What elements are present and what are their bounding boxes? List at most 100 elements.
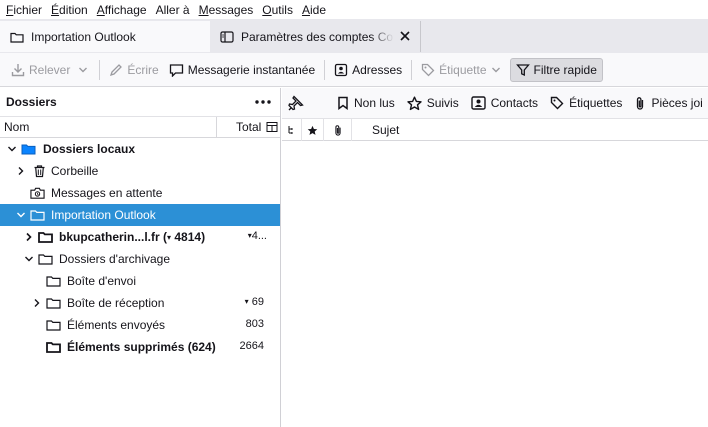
folder-icon — [46, 298, 61, 309]
folder-total: 803 — [245, 318, 264, 330]
get-messages-label: Relever — [29, 62, 71, 77]
folder-label: Dossiers locaux — [43, 142, 136, 156]
menu-messages[interactable]: Messages — [199, 3, 254, 17]
address-book-label: Adresses — [352, 62, 403, 77]
trash-icon — [34, 165, 45, 178]
chevron-right-icon — [18, 167, 24, 175]
outbox-icon — [30, 187, 45, 199]
folder-row-corbeille[interactable]: Corbeille — [0, 160, 280, 182]
get-messages-dropdown[interactable] — [75, 58, 95, 82]
subject-column-header[interactable]: Sujet — [372, 123, 399, 137]
folder-row-elements-supprimes[interactable]: Éléments supprimés (624) 2664 — [0, 336, 280, 358]
folder-row-bkup[interactable]: bkupcatherin...l.fr (▾ 4814) ▾4... — [0, 226, 280, 248]
menu-aller[interactable]: Aller à — [156, 3, 190, 17]
folder-row-dossiers-archivage[interactable]: Dossiers d'archivage — [0, 248, 280, 270]
filter-attachments-button[interactable]: Pièces joi — [634, 96, 703, 111]
chevron-down-icon — [79, 67, 88, 72]
tag-icon — [550, 96, 564, 110]
filter-unread-label: Non lus — [354, 96, 395, 110]
folder-icon — [38, 232, 53, 243]
folder-row-elements-envoyes[interactable]: Éléments envoyés 803 — [0, 314, 280, 336]
menu-aide[interactable]: Aide — [302, 3, 326, 17]
column-picker-icon[interactable] — [266, 121, 278, 133]
chevron-down-icon — [25, 256, 33, 262]
unread-arrow-icon: ▾ — [244, 297, 249, 306]
folder-row-importation-outlook[interactable]: Importation Outlook — [0, 204, 280, 226]
chat-label: Messagerie instantanée — [187, 62, 316, 77]
star-icon — [406, 96, 422, 110]
folder-row-boite-envoi[interactable]: Boîte d'envoi — [0, 270, 280, 292]
thread-column-icon[interactable] — [282, 119, 302, 141]
menu-edition[interactable]: Édition — [51, 3, 88, 17]
pin-icon — [288, 95, 304, 111]
filter-contacts-button[interactable]: Contacts — [471, 96, 538, 110]
menu-fichier[interactable]: Fichier — [6, 3, 42, 17]
folder-icon — [38, 254, 53, 265]
chat-button[interactable]: Messagerie instantanée — [164, 58, 320, 82]
bookmark-icon — [338, 96, 348, 110]
get-messages-button[interactable]: Relever — [6, 58, 75, 82]
folder-label: bkupcatherin...l.fr (▾ 4814) — [59, 230, 206, 244]
folder-pane: Dossiers Nom Total Dossiers locaux Corbe… — [0, 88, 281, 427]
pencil-icon — [110, 63, 123, 76]
paperclip-icon — [637, 96, 644, 110]
filter-starred-label: Suivis — [426, 96, 459, 110]
filter-attachments-label: Pièces joi — [651, 96, 703, 110]
filter-icon — [515, 63, 530, 76]
filter-tags-button[interactable]: Étiquettes — [550, 96, 622, 110]
starred-column-icon[interactable] — [302, 119, 324, 141]
filter-tags-label: Étiquettes — [569, 96, 623, 110]
folder-total: ▾ 69 — [244, 296, 264, 308]
chevron-down-icon — [17, 212, 25, 218]
quick-filter-bar: Non lus Suivis Contacts Étiquettes Pièce… — [282, 88, 708, 119]
folder-icon — [10, 30, 24, 44]
address-book-button[interactable]: Adresses — [329, 58, 407, 82]
folder-row-dossiers-locaux[interactable]: Dossiers locaux — [0, 138, 280, 160]
attachment-column-icon[interactable] — [324, 119, 352, 141]
mail-toolbar: Relever Écrire Messagerie instantanée Ad… — [0, 53, 708, 87]
chat-icon — [169, 63, 183, 77]
message-pane: Non lus Suivis Contacts Étiquettes Pièce… — [282, 88, 708, 427]
address-book-icon — [334, 63, 348, 76]
folder-label: Messages en attente — [51, 186, 163, 200]
thread-columns-header: Sujet — [282, 119, 708, 141]
folder-pane-header: Dossiers — [0, 88, 280, 117]
folder-tree: Dossiers locaux Corbeille Messages en at… — [0, 138, 280, 358]
folder-icon — [46, 276, 61, 287]
settings-page-icon — [220, 30, 234, 44]
folder-label: Importation Outlook — [51, 208, 156, 222]
tab-bar: Importation Outlook Paramètres des compt… — [0, 19, 708, 53]
filter-starred-button[interactable]: Suivis — [406, 96, 459, 111]
folder-label: Éléments envoyés — [67, 318, 166, 332]
more-options-icon[interactable] — [254, 99, 272, 105]
column-name[interactable]: Nom — [4, 120, 29, 134]
folder-label: Dossiers d'archivage — [59, 252, 171, 266]
quick-filter-button[interactable]: Filtre rapide — [509, 57, 603, 82]
tag-icon — [422, 63, 435, 76]
sticky-filter-button[interactable] — [288, 95, 309, 111]
folder-icon — [46, 342, 61, 353]
menu-affichage[interactable]: Affichage — [97, 3, 147, 17]
folder-row-messages-en-attente[interactable]: Messages en attente — [0, 182, 280, 204]
close-icon[interactable] — [398, 29, 412, 43]
folder-pane-title: Dossiers — [6, 95, 57, 109]
folder-row-boite-reception[interactable]: Boîte de réception ▾ 69 — [0, 292, 280, 314]
chevron-right-icon — [34, 299, 40, 307]
column-total[interactable]: Total — [236, 120, 261, 134]
contact-card-icon — [471, 96, 486, 110]
write-button[interactable]: Écrire — [104, 58, 163, 82]
folder-icon — [46, 320, 61, 331]
local-folders-icon — [21, 144, 36, 155]
menu-outils[interactable]: Outils — [262, 3, 293, 17]
tag-button[interactable]: Étiquette — [416, 58, 505, 82]
menu-bar: Fichier Édition Affichage Aller à Messag… — [0, 0, 708, 19]
folder-icon — [30, 210, 45, 221]
tab-importation-outlook[interactable]: Importation Outlook — [0, 21, 210, 52]
tag-label: Étiquette — [439, 62, 487, 77]
folder-total: ▾4... — [247, 230, 267, 242]
filter-unread-button[interactable]: Non lus — [337, 96, 395, 110]
folder-label: Éléments supprimés (624) — [67, 340, 216, 354]
unread-arrow-icon: ▾ — [167, 233, 172, 242]
tab-parametres-comptes[interactable]: Paramètres des comptes Co — [210, 21, 421, 52]
folder-label: Boîte d'envoi — [67, 274, 137, 288]
